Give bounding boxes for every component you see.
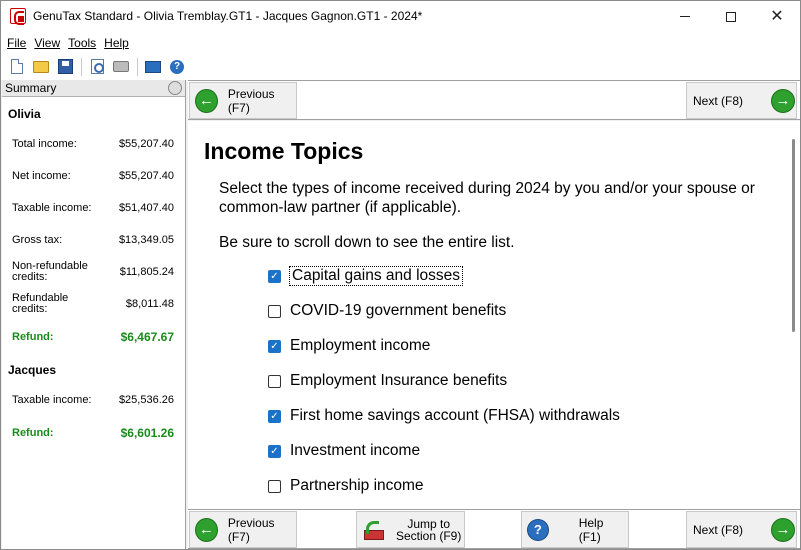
- checkbox[interactable]: ✓: [268, 409, 281, 423]
- main-area: ← Previous (F7) Next (F8) → Income Topic…: [188, 80, 800, 549]
- menu-bar: File View Tools Help: [1, 32, 800, 53]
- menu-help[interactable]: Help: [104, 36, 129, 50]
- title-bar: GenuTax Standard - Olivia Tremblay.GT1 -…: [1, 1, 800, 32]
- checkbox-label[interactable]: First home savings account (FHSA) withdr…: [290, 407, 620, 425]
- jump-to-section-button[interactable]: Jump to Section (F9): [356, 511, 465, 548]
- toolbar: ?: [1, 53, 800, 80]
- summary-row: Total income: $55,207.40: [12, 137, 174, 150]
- content-pane: Income Topics Select the types of income…: [188, 121, 800, 509]
- app-logo-icon: [10, 8, 26, 25]
- arrow-left-icon: ←: [195, 517, 218, 542]
- income-option[interactable]: Partnership income: [268, 475, 424, 497]
- summary-header: Summary: [2, 80, 185, 97]
- summary-panel: Summary Olivia Total income: $55,207.40 …: [2, 80, 186, 549]
- checkbox[interactable]: [268, 304, 281, 318]
- menu-tools[interactable]: Tools: [68, 36, 96, 50]
- income-option[interactable]: ✓ Investment income: [268, 440, 420, 462]
- next-button-top[interactable]: Next (F8) →: [686, 82, 797, 119]
- summary-row: Net income: $55,207.40: [12, 169, 174, 182]
- toolbar-separator: [81, 57, 82, 76]
- vertical-scrollbar[interactable]: [792, 139, 795, 332]
- new-file-button[interactable]: [7, 57, 27, 77]
- income-option[interactable]: ✓ First home savings account (FHSA) with…: [268, 405, 620, 427]
- previous-button-bottom[interactable]: ← Previous (F7): [189, 511, 297, 548]
- checkbox-label[interactable]: Investment income: [290, 442, 420, 460]
- summary-row: Taxable income: $25,536.26: [12, 393, 174, 406]
- refund-row: Refund: $6,467.67: [12, 330, 174, 344]
- minimize-button[interactable]: [662, 1, 708, 32]
- arrow-right-icon: →: [771, 88, 796, 113]
- checkbox[interactable]: ✓: [268, 444, 281, 458]
- summary-row: Refundable credits: $8,011.48: [12, 292, 174, 315]
- page-title: Income Topics: [204, 138, 364, 164]
- open-folder-icon: [33, 60, 49, 73]
- print-icon: [113, 61, 129, 72]
- summary-row: Non-refundable credits: $11,805.24: [12, 260, 174, 283]
- calculator-icon: [145, 60, 161, 73]
- arrow-right-icon: →: [771, 517, 796, 542]
- maximize-icon: [726, 11, 736, 22]
- previous-button-top[interactable]: ← Previous (F7): [189, 82, 297, 119]
- save-button[interactable]: [55, 57, 75, 77]
- save-icon: [57, 59, 73, 74]
- help-icon: ?: [170, 59, 184, 74]
- calculator-button[interactable]: [143, 57, 163, 77]
- close-button[interactable]: ✕: [754, 1, 800, 32]
- help-button[interactable]: ?: [167, 57, 187, 77]
- income-option[interactable]: ✓ Employment income: [268, 335, 430, 357]
- print-preview-icon: [90, 59, 104, 74]
- arrow-left-icon: ←: [195, 88, 218, 113]
- maximize-button[interactable]: [708, 1, 754, 32]
- checkbox[interactable]: ✓: [268, 339, 281, 353]
- checkbox[interactable]: [268, 374, 281, 388]
- income-option[interactable]: ✓ Capital gains and losses: [268, 265, 464, 287]
- jump-to-section-icon: [362, 520, 384, 540]
- checkbox[interactable]: [268, 479, 281, 493]
- app-window: GenuTax Standard - Olivia Tremblay.GT1 -…: [0, 0, 801, 550]
- refund-row: Refund: $6,601.26: [12, 426, 174, 440]
- next-button-bottom[interactable]: Next (F8) →: [686, 511, 797, 548]
- new-file-icon: [11, 59, 23, 74]
- minimize-icon: [680, 16, 690, 17]
- checkbox-label[interactable]: Capital gains and losses: [288, 266, 464, 286]
- menu-file[interactable]: File: [7, 36, 26, 50]
- help-button-bottom[interactable]: ? Help (F1): [521, 511, 629, 548]
- person-name: Jacques: [8, 363, 57, 377]
- bottom-nav-bar: ← Previous (F7) Jump to Section (F9) ? H…: [188, 509, 800, 549]
- toolbar-separator: [137, 57, 138, 76]
- intro-text: Select the types of income received duri…: [219, 180, 755, 216]
- checkbox-label[interactable]: COVID-19 government benefits: [290, 302, 506, 320]
- help-icon: ?: [527, 518, 549, 541]
- person-name: Olivia: [8, 107, 41, 121]
- scroll-note: Be sure to scroll down to see the entire…: [219, 234, 515, 251]
- window-title: GenuTax Standard - Olivia Tremblay.GT1 -…: [33, 9, 423, 23]
- summary-row: Gross tax: $13,349.05: [12, 233, 174, 246]
- pin-icon[interactable]: [168, 81, 182, 95]
- income-option[interactable]: COVID-19 government benefits: [268, 300, 506, 322]
- checkbox-label[interactable]: Employment income: [290, 337, 430, 355]
- summary-title: Summary: [5, 81, 57, 95]
- checkbox-label[interactable]: Partnership income: [290, 477, 424, 495]
- top-nav-bar: ← Previous (F7) Next (F8) →: [188, 80, 800, 120]
- income-option[interactable]: Employment Insurance benefits: [268, 370, 507, 392]
- print-button[interactable]: [111, 57, 131, 77]
- close-icon: ✕: [770, 7, 784, 25]
- menu-view[interactable]: View: [34, 36, 60, 50]
- open-file-button[interactable]: [31, 57, 51, 77]
- checkbox-label[interactable]: Employment Insurance benefits: [290, 372, 507, 390]
- checkbox[interactable]: ✓: [268, 269, 281, 283]
- summary-row: Taxable income: $51,407.40: [12, 201, 174, 214]
- print-preview-button[interactable]: [87, 57, 107, 77]
